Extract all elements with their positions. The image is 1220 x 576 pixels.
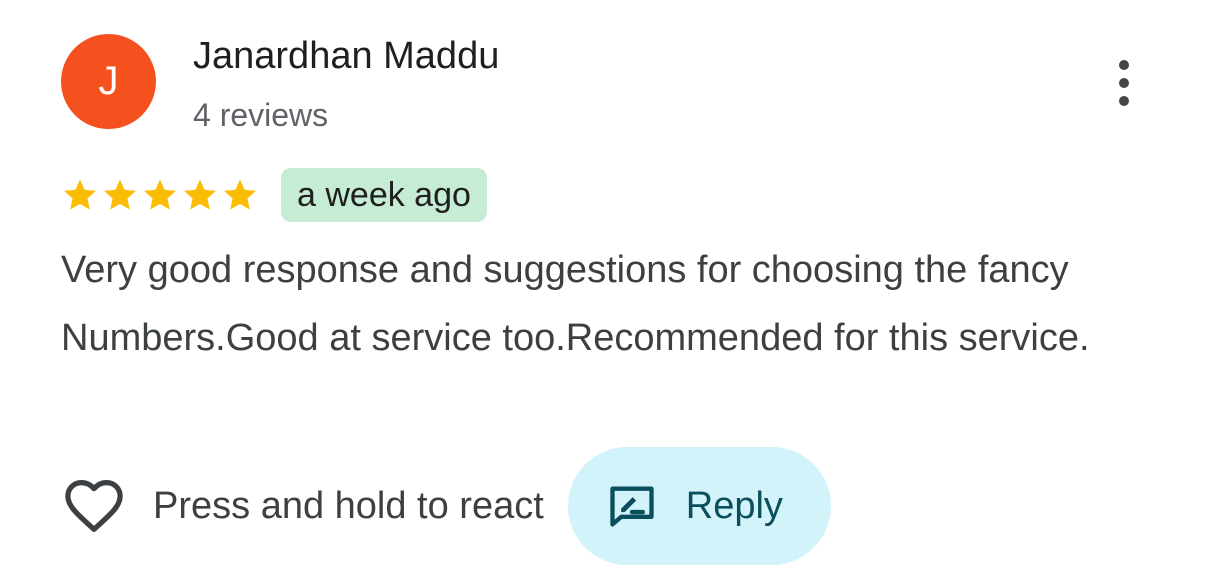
rating-row: a week ago	[61, 168, 487, 222]
react-button[interactable]: Press and hold to react	[61, 473, 544, 539]
author-review-count: 4 reviews	[193, 97, 329, 133]
review-text: Very good response and suggestions for c…	[61, 249, 1090, 359]
rate-review-icon	[610, 486, 654, 527]
star-icon	[104, 179, 136, 210]
review-date-badge: a week ago	[281, 168, 487, 222]
more-vert-icon-dot-3	[1119, 96, 1129, 106]
review-actions: Press and hold to react Reply	[61, 446, 831, 566]
author-name[interactable]: Janardhan Maddu	[193, 34, 499, 78]
react-label: Press and hold to react	[153, 484, 544, 527]
review-card: J Janardhan Maddu 4 reviews a week ago V…	[0, 0, 1220, 576]
more-options-button[interactable]	[1100, 55, 1148, 111]
reply-label: Reply	[685, 484, 783, 527]
heart-outline-icon	[65, 480, 123, 532]
reply-button[interactable]: Reply	[567, 447, 831, 565]
star-icon	[184, 179, 216, 210]
avatar-initial: J	[98, 59, 119, 103]
star-icon	[64, 179, 96, 210]
star-icon	[144, 179, 176, 210]
star-rating	[61, 176, 259, 214]
more-vert-icon-dot-2	[1119, 78, 1129, 88]
star-icon	[224, 179, 256, 210]
more-vert-icon	[1119, 60, 1129, 70]
avatar[interactable]: J	[61, 34, 156, 129]
